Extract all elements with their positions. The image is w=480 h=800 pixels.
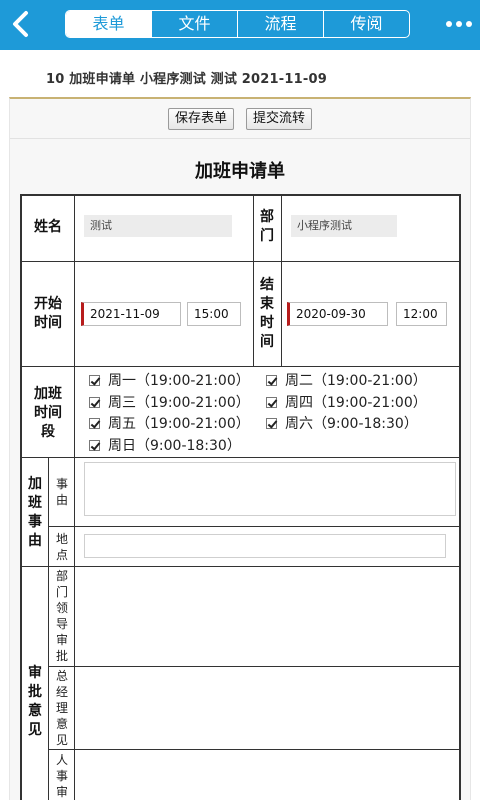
table-border-top	[20, 194, 461, 196]
dept-label: 部门	[260, 209, 274, 244]
start-time-input[interactable]: 15:00	[187, 302, 241, 326]
form-card: 保存表单 提交流转 加班申请单 姓名 测试 部门 小程序测试 开始时间 2021…	[9, 97, 471, 800]
checkbox-checked-icon	[89, 418, 100, 429]
overtime-period-label: 加班时间段	[34, 386, 62, 440]
reason-label: 事由	[55, 477, 68, 507]
start-time-label: 开始时间	[34, 296, 62, 331]
checkbox-checked-icon	[266, 397, 277, 408]
period-label: 周六（9:00-18:30）	[285, 416, 418, 432]
gm-opinion-label: 总经理意见	[55, 669, 68, 747]
row-divider	[48, 526, 461, 527]
tab-form[interactable]: 表单	[66, 11, 151, 37]
row-divider	[48, 666, 461, 667]
end-date-input[interactable]: 2020-09-30	[287, 302, 388, 326]
row-divider	[20, 366, 461, 367]
action-bar: 保存表单 提交流转	[10, 99, 470, 139]
table-border-left	[20, 194, 22, 800]
period-checkbox-mon[interactable]: 周一（19:00-21:00）	[89, 372, 250, 390]
checkbox-checked-icon	[89, 440, 100, 451]
period-label: 周一（19:00-21:00）	[108, 373, 250, 389]
checkbox-checked-icon	[266, 418, 277, 429]
approval-group-label: 审批意见	[28, 665, 42, 738]
checkbox-checked-icon	[89, 397, 100, 408]
name-label: 姓名	[34, 219, 62, 235]
period-label: 周三（19:00-21:00）	[108, 395, 250, 411]
checkbox-checked-icon	[89, 375, 100, 386]
period-label: 周五（19:00-21:00）	[108, 416, 250, 432]
submit-flow-button[interactable]: 提交流转	[246, 108, 313, 130]
row-divider	[48, 749, 461, 750]
reason-textarea[interactable]	[84, 462, 456, 516]
form-table: 姓名 测试 部门 小程序测试 开始时间 2021-11-09 15:00 结束时…	[20, 194, 461, 800]
row-divider	[20, 261, 461, 262]
location-input[interactable]	[84, 534, 446, 558]
period-checkbox-tue[interactable]: 周二（19:00-21:00）	[266, 372, 427, 390]
row-divider	[20, 566, 461, 567]
save-form-button[interactable]: 保存表单	[168, 108, 235, 130]
more-dots-icon[interactable]	[446, 17, 472, 31]
tab-flow[interactable]: 流程	[237, 11, 323, 37]
period-label: 周二（19:00-21:00）	[285, 373, 427, 389]
col-divider	[281, 194, 282, 366]
top-bar: 表单 文件 流程 传阅	[0, 0, 480, 50]
tab-group: 表单 文件 流程 传阅	[65, 10, 410, 38]
end-time-label: 结束时间	[260, 277, 274, 350]
checkbox-checked-icon	[266, 375, 277, 386]
col-divider	[74, 457, 75, 800]
overtime-reason-group-label: 加班事由	[28, 476, 42, 549]
period-checkbox-thu[interactable]: 周四（19:00-21:00）	[266, 394, 427, 412]
period-label: 周四（19:00-21:00）	[285, 395, 427, 411]
col-divider	[74, 194, 75, 457]
hr-approval-label: 人事审	[55, 753, 68, 799]
period-checkbox-sun[interactable]: 周日（9:00-18:30）	[89, 437, 241, 455]
period-label: 周日（9:00-18:30）	[108, 438, 241, 454]
name-field: 测试	[84, 215, 232, 237]
period-checkbox-wed[interactable]: 周三（19:00-21:00）	[89, 394, 250, 412]
form-title: 加班申请单	[195, 161, 285, 182]
col-divider	[253, 194, 254, 366]
tab-files[interactable]: 文件	[151, 11, 237, 37]
period-checkbox-fri[interactable]: 周五（19:00-21:00）	[89, 415, 250, 433]
location-label: 地点	[55, 532, 68, 562]
chevron-left-icon[interactable]	[8, 8, 36, 40]
dept-field: 小程序测试	[291, 215, 397, 237]
table-border-right	[459, 194, 461, 800]
period-checkbox-sat[interactable]: 周六（9:00-18:30）	[266, 415, 418, 433]
document-subtitle: 10 加班申请单 小程序测试 测试 2021-11-09	[46, 72, 327, 87]
col-divider	[48, 457, 49, 800]
start-date-input[interactable]: 2021-11-09	[81, 302, 181, 326]
end-time-input[interactable]: 12:00	[396, 302, 447, 326]
tab-circulate[interactable]: 传阅	[323, 11, 409, 37]
dept-leader-approval-label: 部门领导审批	[55, 569, 68, 663]
row-divider	[20, 457, 461, 458]
